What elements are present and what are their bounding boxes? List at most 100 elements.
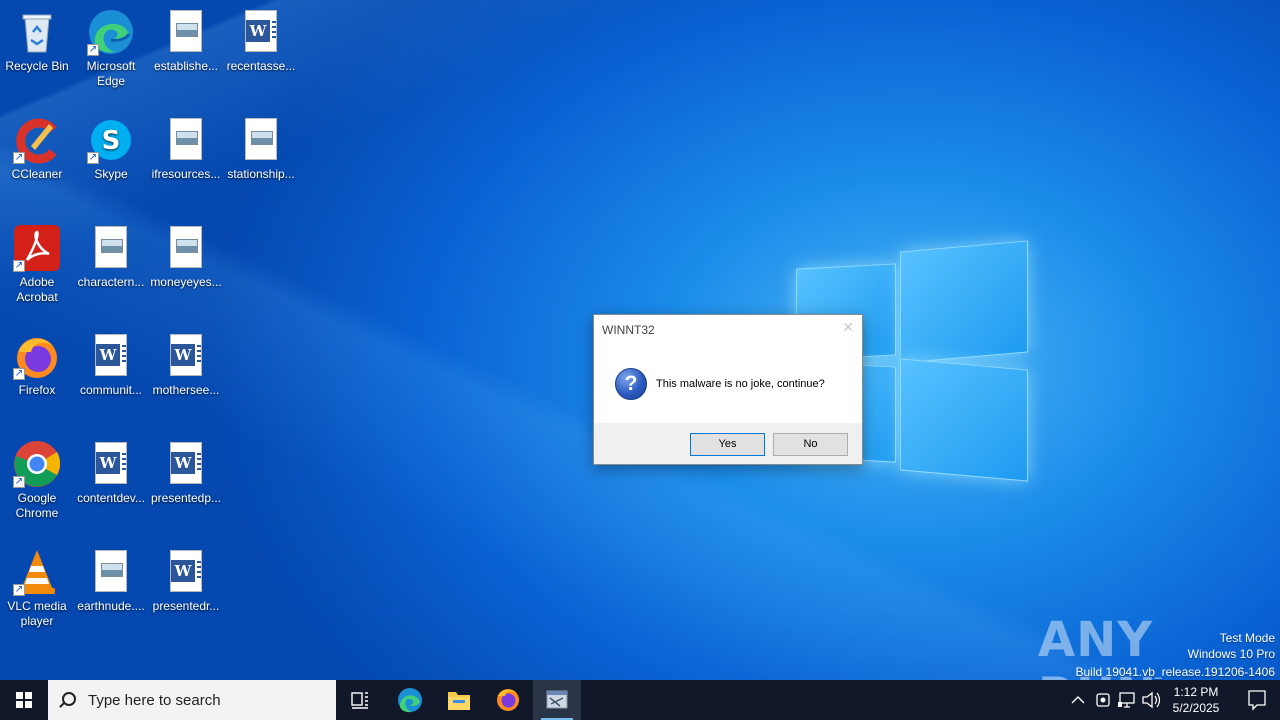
image-file-icon (237, 116, 285, 164)
no-button[interactable]: No (773, 433, 848, 456)
image-file-icon (87, 548, 135, 596)
message-dialog: WINNT32 ✕ ? This malware is no joke, con… (593, 314, 863, 465)
desktop-icon-label: communit... (79, 383, 142, 397)
image-file-icon (162, 116, 210, 164)
image-file-icon (87, 224, 135, 272)
taskbar-edge-button[interactable] (386, 680, 434, 720)
word-doc-icon: W (162, 332, 210, 380)
desktop-icon-vlc[interactable]: ↗ VLC media player (0, 542, 74, 629)
desktop-icon-image-file[interactable]: charactern... (74, 218, 148, 290)
watermark-test-mode: Test Mode (1219, 631, 1275, 645)
search-placeholder: Type here to search (88, 692, 221, 709)
action-center-button[interactable] (1234, 680, 1280, 720)
start-button[interactable] (0, 680, 48, 720)
desktop-icon-word-doc[interactable]: W recentasse... (224, 2, 298, 74)
edge-icon (398, 688, 422, 713)
clock-time: 1:12 PM (1173, 685, 1219, 699)
desktop-icon-label: earthnude.... (77, 599, 145, 613)
desktop-icon-label: Recycle Bin (5, 59, 69, 73)
desktop-icon-word-doc[interactable]: W communit... (74, 326, 148, 398)
desktop-icon-label: Skype (94, 167, 128, 181)
desktop-icon-label: charactern... (77, 275, 145, 289)
desktop-icon-label: presentedr... (152, 599, 220, 613)
desktop-icon-word-doc[interactable]: W motherseе... (149, 326, 223, 398)
volume-icon (1142, 691, 1161, 709)
recycle-bin-icon (13, 8, 61, 56)
tray-device-button[interactable] (1092, 680, 1114, 720)
desktop-icon-image-file[interactable]: ifresources... (149, 110, 223, 182)
image-file-icon (162, 8, 210, 56)
desktop-icon-label: Google Chrome (15, 491, 59, 520)
word-doc-icon: W (87, 440, 135, 488)
chrome-icon: ↗ (13, 440, 61, 488)
word-doc-icon: W (162, 440, 210, 488)
search-box[interactable]: Type here to search (48, 680, 336, 720)
word-doc-icon: W (87, 332, 135, 380)
desktop-icon-adobe-acrobat[interactable]: ↗ Adobe Acrobat (0, 218, 74, 305)
desktop-icon-label: Microsoft Edge (86, 59, 136, 88)
taskbar-firefox-button[interactable] (484, 680, 532, 720)
dialog-title: WINNT32 (602, 323, 655, 337)
skype-icon: S ↗ (87, 116, 135, 164)
notification-icon (1248, 690, 1266, 711)
desktop-icon-label: moneyeyes... (150, 275, 222, 289)
taskbar-file-explorer-button[interactable] (435, 680, 483, 720)
desktop-icon-microsoft-edge[interactable]: ↗ Microsoft Edge (74, 2, 148, 89)
desktop-icon-recycle-bin[interactable]: Recycle Bin (0, 2, 74, 74)
vlc-icon: ↗ (13, 548, 61, 596)
desktop-icon-label: motherseе... (152, 383, 220, 397)
show-hidden-icons-button[interactable] (1068, 680, 1088, 720)
desktop-icon-image-file[interactable]: earthnude.... (74, 542, 148, 614)
device-icon (1096, 693, 1110, 707)
desktop-icon-word-doc[interactable]: W presentedr... (149, 542, 223, 614)
desktop-icon-google-chrome[interactable]: ↗ Google Chrome (0, 434, 74, 521)
desktop-icon-label: contentdev... (77, 491, 145, 505)
windows-logo-icon (16, 692, 32, 708)
firefox-icon (497, 689, 519, 711)
desktop-icon-image-file[interactable]: stationship... (224, 110, 298, 182)
search-icon (62, 692, 76, 706)
desktop-icon-label: recentasse... (226, 59, 296, 73)
app-window-icon (546, 690, 568, 709)
edge-icon: ↗ (87, 8, 135, 56)
task-view-icon (351, 692, 368, 709)
acrobat-icon: ↗ (13, 224, 61, 272)
firefox-icon: ↗ (13, 332, 61, 380)
yes-button[interactable]: Yes (690, 433, 765, 456)
desktop-icon-label: presentedp... (150, 491, 222, 505)
tray-volume-button[interactable] (1140, 680, 1162, 720)
desktop-icon-image-file[interactable]: moneyeyes... (149, 218, 223, 290)
word-doc-icon: W (237, 8, 285, 56)
desktop-icon-label: ifresources... (151, 167, 221, 181)
taskbar-clock[interactable]: 1:12 PM 5/2/2025 (1168, 684, 1224, 716)
taskbar-active-app-button[interactable] (533, 680, 581, 720)
watermark-build: Build 19041.vb_release.191206-1406 (1075, 665, 1276, 679)
folder-icon (448, 692, 470, 710)
desktop-icon-label: stationship... (227, 167, 295, 181)
taskbar: Type here to search 1:12 PM 5/2/2025 (0, 680, 1280, 720)
desktop-icon-ccleaner[interactable]: ↗ CCleaner (0, 110, 74, 182)
desktop-icon-label: CCleaner (11, 167, 63, 181)
watermark-edition: Windows 10 Pro (1187, 647, 1275, 661)
desktop-icon-word-doc[interactable]: W contentdev... (74, 434, 148, 506)
desktop-icon-image-file[interactable]: establishe... (149, 2, 223, 74)
ccleaner-icon: ↗ (13, 116, 61, 164)
question-icon: ? (615, 368, 647, 400)
clock-date: 5/2/2025 (1172, 701, 1220, 715)
desktop-icon-word-doc[interactable]: W presentedp... (149, 434, 223, 506)
close-icon[interactable]: ✕ (842, 319, 854, 336)
desktop-icon-skype[interactable]: S ↗ Skype (74, 110, 148, 182)
desktop-icon-label: Firefox (18, 383, 56, 397)
svg-text:S: S (102, 126, 121, 156)
chevron-up-icon (1071, 696, 1085, 704)
desktop-icon-label: Adobe Acrobat (16, 275, 58, 304)
desktop-icon-firefox[interactable]: ↗ Firefox (0, 326, 74, 398)
dialog-button-bar: Yes No (594, 423, 862, 464)
dialog-message: This malware is no joke, continue? (656, 378, 825, 390)
task-view-button[interactable] (336, 680, 384, 720)
network-icon (1118, 692, 1135, 708)
word-doc-icon: W (162, 548, 210, 596)
desktop-icon-label: establishe... (153, 59, 219, 73)
image-file-icon (162, 224, 210, 272)
tray-network-button[interactable] (1116, 680, 1138, 720)
